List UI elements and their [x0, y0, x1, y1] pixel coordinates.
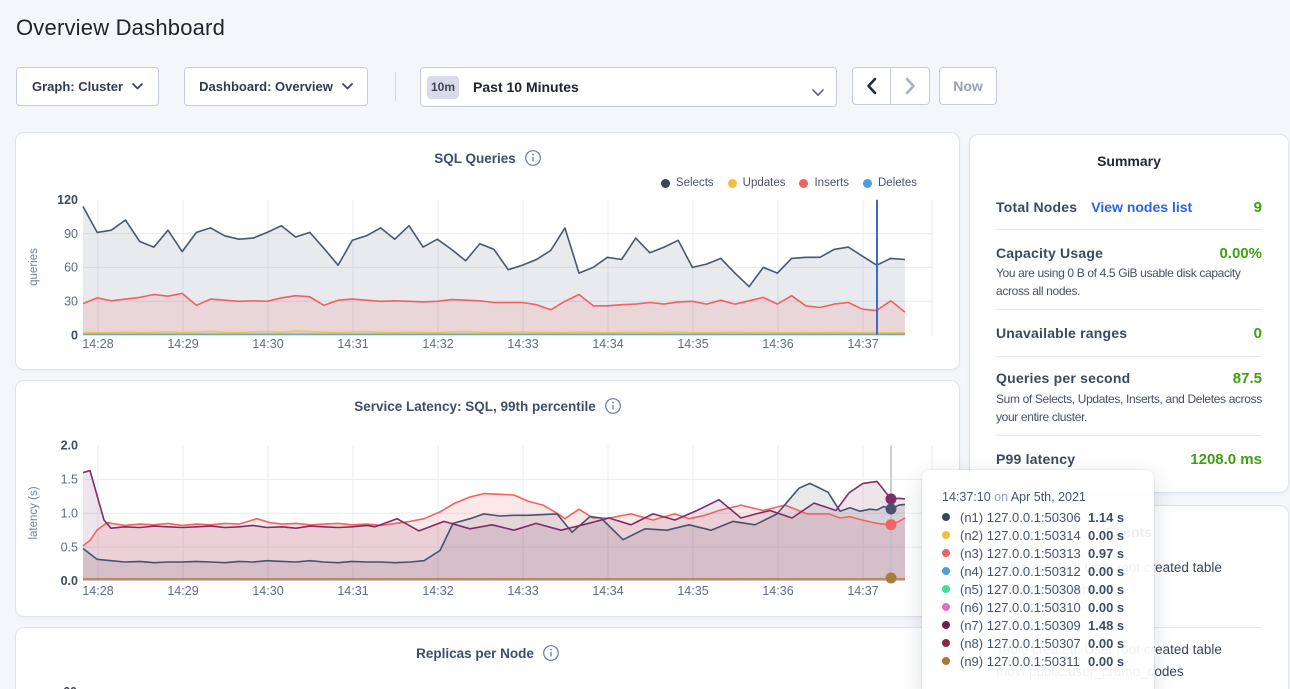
svg-text:14:35: 14:35	[677, 337, 708, 351]
svg-text:2.0: 2.0	[61, 439, 78, 453]
svg-text:14:35: 14:35	[677, 584, 708, 598]
svg-text:60: 60	[64, 261, 78, 275]
svg-text:14:32: 14:32	[422, 337, 453, 351]
svg-text:14:37: 14:37	[847, 584, 878, 598]
svg-text:14:29: 14:29	[167, 337, 198, 351]
svg-text:0.5: 0.5	[61, 540, 78, 554]
svg-text:14:36: 14:36	[762, 337, 793, 351]
svg-text:14:31: 14:31	[337, 584, 368, 598]
svg-text:latency (s): latency (s)	[28, 486, 40, 539]
svg-text:14:34: 14:34	[592, 337, 623, 351]
svg-text:14:34: 14:34	[592, 584, 623, 598]
svg-text:14:28: 14:28	[82, 337, 113, 351]
svg-text:queries: queries	[28, 248, 40, 286]
svg-text:14:36: 14:36	[762, 584, 793, 598]
svg-text:90: 90	[64, 227, 78, 241]
svg-text:14:37: 14:37	[847, 337, 878, 351]
svg-text:14:29: 14:29	[167, 584, 198, 598]
svg-text:14:32: 14:32	[422, 584, 453, 598]
svg-text:14:33: 14:33	[507, 584, 538, 598]
svg-text:14:28: 14:28	[82, 584, 113, 598]
svg-text:0.0: 0.0	[61, 574, 78, 588]
svg-text:30: 30	[64, 295, 78, 309]
svg-text:0: 0	[71, 328, 78, 342]
svg-text:14:30: 14:30	[252, 584, 283, 598]
svg-text:14:31: 14:31	[337, 337, 368, 351]
svg-text:1.5: 1.5	[61, 473, 78, 487]
svg-text:120: 120	[57, 193, 78, 207]
svg-text:1.0: 1.0	[61, 506, 78, 520]
svg-text:14:33: 14:33	[507, 337, 538, 351]
svg-text:14:30: 14:30	[252, 337, 283, 351]
